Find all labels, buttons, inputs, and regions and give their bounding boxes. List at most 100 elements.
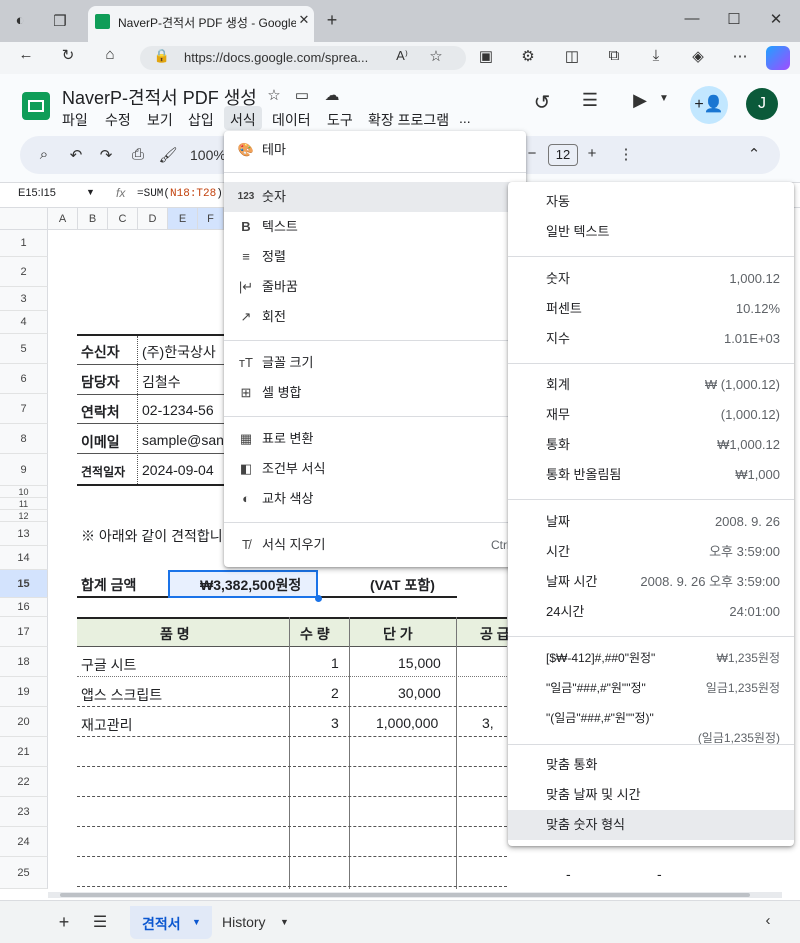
name-box-dropdown-icon[interactable]: ▼	[86, 187, 95, 197]
scroll-left-icon[interactable]: ‹	[756, 912, 780, 929]
table-row-2-qty[interactable]: 2	[331, 685, 339, 701]
back-icon[interactable]: ←	[14, 46, 38, 63]
row-header-22[interactable]: 22	[0, 767, 48, 797]
name-box[interactable]: E15:I15	[18, 187, 56, 199]
search-icon[interactable]: ⌕	[32, 146, 56, 163]
row-header-10[interactable]: 10	[0, 486, 48, 498]
formula-text[interactable]: =SUM(N18:T28)	[137, 188, 223, 200]
menu-data[interactable]: 데이터	[272, 110, 311, 130]
number-auto[interactable]: 자동	[508, 187, 794, 217]
format-menu-number[interactable]: 123숫자▶	[224, 182, 526, 212]
format-menu-font-size[interactable]: тT글꼴 크기▶	[224, 348, 526, 378]
format-menu-wrap[interactable]: |↵줄바꿈▶	[224, 272, 526, 302]
number-custom-number-format[interactable]: 맞춤 숫자 형식	[508, 810, 794, 840]
sheet-tab-quote[interactable]: 견적서	[142, 914, 181, 934]
row-header-9[interactable]: 9	[0, 454, 48, 486]
extension-icon[interactable]: ▣	[474, 47, 498, 65]
row-header-11[interactable]: 11	[0, 498, 48, 510]
row-header-24[interactable]: 24	[0, 827, 48, 857]
format-menu-convert-table[interactable]: ▦ 표로 변환	[224, 424, 526, 454]
all-sheets-icon[interactable]: ☰	[88, 912, 112, 932]
table-row-3-price[interactable]: 1,000,000	[376, 715, 438, 731]
minimize-icon[interactable]: —	[680, 10, 704, 27]
format-menu-rotate[interactable]: ↗회전▶	[224, 302, 526, 332]
table-row-3-supply[interactable]: 3,	[482, 715, 494, 731]
meet-icon[interactable]: ▶	[628, 90, 652, 111]
row-header-4[interactable]: 4	[0, 311, 48, 334]
number-duration[interactable]: 24시간 24:01:00	[508, 597, 794, 627]
row-header-3[interactable]: 3	[0, 287, 48, 311]
table-row-1-qty[interactable]: 1	[331, 655, 339, 671]
comments-icon[interactable]: ☰	[578, 90, 602, 111]
print-icon[interactable]: ⎙	[126, 146, 150, 163]
row-header-21[interactable]: 21	[0, 737, 48, 767]
number-datetime[interactable]: 날짜 시간 2008. 9. 26 오후 3:59:00	[508, 567, 794, 597]
undo-icon[interactable]: ↶	[64, 146, 88, 164]
table-row-3-name[interactable]: 재고관리	[81, 715, 133, 735]
version-history-icon[interactable]: ↺	[530, 90, 554, 115]
sheet-tab-chevron-down-icon[interactable]: ▼	[280, 917, 289, 927]
format-menu-alternating[interactable]: ◐ 교차 색상	[224, 484, 526, 514]
table-row-2-price[interactable]: 30,000	[398, 685, 441, 701]
number-plain-text[interactable]: 일반 텍스트	[508, 217, 794, 247]
row-header-12[interactable]: 12	[0, 510, 48, 522]
number-percent[interactable]: 퍼센트 10.12%	[508, 294, 794, 324]
info-value-contact[interactable]: 02-1234-56	[142, 402, 214, 418]
column-header-b[interactable]: B	[78, 208, 108, 230]
table-row-3-qty[interactable]: 3	[331, 715, 339, 731]
fill-handle[interactable]	[315, 595, 322, 602]
table-row-2-name[interactable]: 앱스 스크립트	[81, 685, 162, 705]
number-currency[interactable]: 통화 ₩1,000.12	[508, 430, 794, 460]
info-value-email[interactable]: sample@san	[142, 432, 224, 448]
close-window-icon[interactable]: ✕	[764, 10, 788, 28]
row-header-20[interactable]: 20	[0, 707, 48, 737]
row-header-13[interactable]: 13	[0, 522, 48, 546]
font-size-increase-icon[interactable]: +	[580, 145, 604, 162]
row-header-15[interactable]: 15	[0, 570, 48, 598]
column-header-e[interactable]: E	[168, 208, 198, 230]
format-menu-text[interactable]: B텍스트▶	[224, 212, 526, 242]
column-header-f[interactable]: F	[198, 208, 224, 230]
menu-insert[interactable]: 삽입	[188, 110, 214, 130]
split-screen-icon[interactable]: ◫	[560, 47, 584, 65]
font-size-field[interactable]: 12	[548, 144, 578, 166]
chevron-down-icon[interactable]: ▼	[652, 93, 676, 104]
new-tab-icon[interactable]: +	[320, 10, 344, 31]
profile-icon[interactable]: ◐	[8, 12, 32, 29]
menu-format[interactable]: 서식	[230, 110, 256, 130]
number-custom-datetime[interactable]: 맞춤 날짜 및 시간	[508, 780, 794, 810]
menu-file[interactable]: 파일	[62, 110, 88, 130]
number-accounting[interactable]: 회계 ₩ (1,000.12)	[508, 370, 794, 400]
row-header-1[interactable]: 1	[0, 230, 48, 257]
number-time[interactable]: 시간 오후 3:59:00	[508, 537, 794, 567]
number-financial[interactable]: 재무 (1,000.12)	[508, 400, 794, 430]
close-tab-icon[interactable]: ✕	[292, 12, 316, 28]
reload-icon[interactable]: ↻	[56, 46, 80, 64]
column-header-c[interactable]: C	[108, 208, 138, 230]
info-value-manager[interactable]: 김철수	[142, 372, 181, 392]
share-icon[interactable]: +👤	[690, 86, 728, 124]
column-header-a[interactable]: A	[48, 208, 78, 230]
number-custom-3[interactable]: "(일금"###,#"원""정)" (일금1,235원정)	[508, 703, 794, 747]
sheet-tab-history[interactable]: History	[222, 914, 266, 930]
row-header-18[interactable]: 18	[0, 647, 48, 677]
number-custom-2[interactable]: "일금"###,#"원""정" 일금1,235원정	[508, 673, 794, 703]
total-value[interactable]: ₩3,382,500원정	[200, 575, 301, 595]
format-menu-merge[interactable]: ⊞셀 병합▶	[224, 378, 526, 408]
lock-icon[interactable]: 🔒	[150, 48, 174, 64]
number-number[interactable]: 숫자 1,000.12	[508, 264, 794, 294]
format-menu-theme[interactable]: 🎨 테마	[224, 135, 526, 165]
row-header-2[interactable]: 2	[0, 257, 48, 287]
move-folder-icon[interactable]: ▭	[290, 86, 314, 104]
menu-view[interactable]: 보기	[147, 110, 173, 130]
menu-tools[interactable]: 도구	[327, 110, 353, 130]
row-header-6[interactable]: 6	[0, 364, 48, 394]
avatar[interactable]: J	[746, 88, 778, 120]
settings-gear-icon[interactable]: ⚙	[516, 47, 540, 65]
zoom-level[interactable]: 100%	[190, 147, 226, 163]
number-date[interactable]: 날짜 2008. 9. 26	[508, 507, 794, 537]
row-header-19[interactable]: 19	[0, 677, 48, 707]
number-currency-rounded[interactable]: 통화 반올림됨 ₩1,000	[508, 460, 794, 490]
row-header-17[interactable]: 17	[0, 617, 48, 647]
row-header-14[interactable]: 14	[0, 546, 48, 570]
